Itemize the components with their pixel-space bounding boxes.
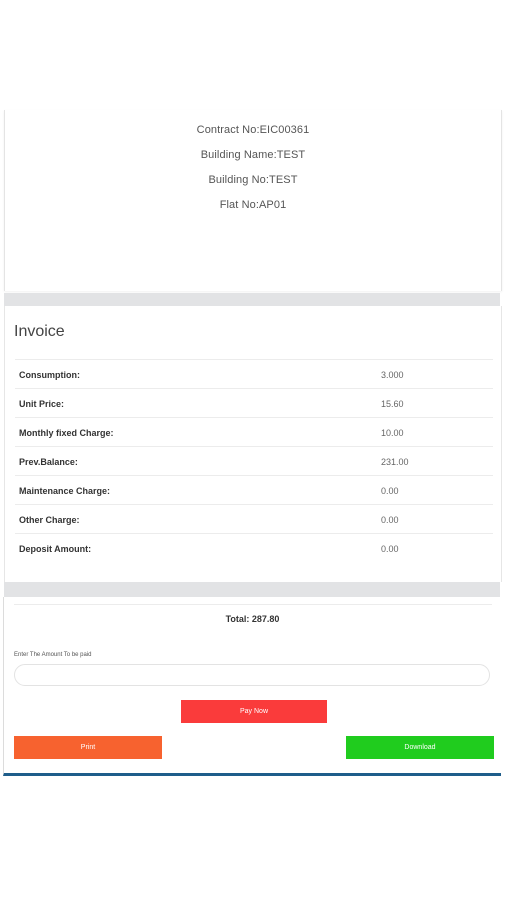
row-value: 231.00 [381,457,409,467]
row-label: Unit Price: [19,399,65,409]
row-label: Monthly fixed Charge: [19,428,114,438]
invoice-row-monthly-fixed-charge: Monthly fixed Charge: 10.00 [15,418,493,447]
invoice-row-deposit-amount: Deposit Amount: 0.00 [15,534,493,562]
building-number: Building No:TEST [208,174,298,186]
amount-input[interactable] [14,664,490,686]
row-value: 10.00 [381,428,404,438]
row-value: 15.60 [381,399,404,409]
row-value: 0.00 [381,544,399,554]
contract-info-card: Contract No:EIC00361 Building Name:TEST … [4,110,502,291]
invoice-table: Consumption: 3.000 Unit Price: 15.60 Mon… [15,359,493,562]
invoice-row-consumption: Consumption: 3.000 [15,360,493,389]
flat-number: Flat No:AP01 [219,199,287,211]
row-label: Consumption: [19,370,80,380]
divider [14,604,492,605]
download-button[interactable]: Download [346,736,494,759]
invoice-card: Invoice Consumption: 3.000 Unit Price: 1… [4,306,502,582]
section-separator [4,293,500,306]
row-label: Other Charge: [19,515,80,525]
total-amount: Total: 287.80 [225,614,280,624]
row-value: 3.000 [381,370,404,380]
invoice-row-unit-price: Unit Price: 15.60 [15,389,493,418]
section-separator [4,582,500,597]
payment-card: Total: 287.80 Enter The Amount To be pai… [3,597,501,776]
building-name: Building Name:TEST [200,149,306,161]
invoice-row-prev-balance: Prev.Balance: 231.00 [15,447,493,476]
row-value: 0.00 [381,486,399,496]
row-value: 0.00 [381,515,399,525]
invoice-row-other-charge: Other Charge: 0.00 [15,505,493,534]
row-label: Deposit Amount: [19,544,92,554]
invoice-row-maintenance-charge: Maintenance Charge: 0.00 [15,476,493,505]
invoice-title: Invoice [14,323,65,340]
invoice-page: Contract No:EIC00361 Building Name:TEST … [0,0,507,900]
row-label: Prev.Balance: [19,457,78,467]
contract-number: Contract No:EIC00361 [196,124,310,136]
print-button[interactable]: Print [14,736,162,759]
amount-label: Enter The Amount To be paid [14,652,92,658]
pay-now-button[interactable]: Pay Now [181,700,327,723]
row-label: Maintenance Charge: [19,486,111,496]
